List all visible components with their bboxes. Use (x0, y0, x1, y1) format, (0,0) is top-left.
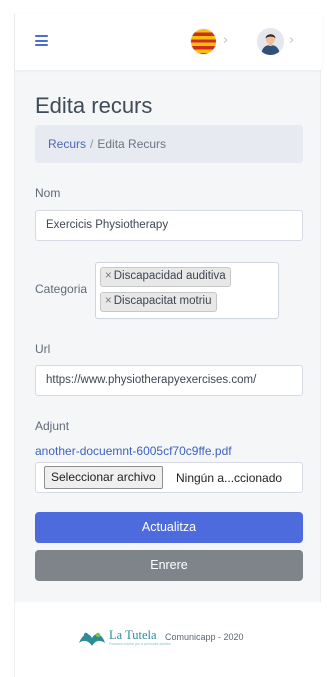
category-tag-label: Discapacidad auditiva (113, 270, 226, 282)
adjunt-label: Adjunt (35, 419, 70, 433)
categoria-multiselect[interactable]: × Discapacidad auditiva × Discapacitat mot… (95, 262, 279, 319)
chevron-right-icon[interactable]: › (289, 33, 294, 48)
hamburger-menu-icon[interactable] (35, 35, 48, 46)
url-label: Url (35, 342, 51, 356)
category-tag-label: Discapacitat motriu (113, 295, 212, 307)
back-button[interactable]: Enrere (35, 550, 303, 581)
breadcrumb-link-recurs[interactable]: Recurs (48, 137, 86, 151)
brand-name: La Tutela (109, 628, 157, 642)
select-file-button[interactable]: Seleccionar archivo (44, 466, 163, 489)
breadcrumb-current: Edita Recurs (97, 137, 167, 151)
page-title: Edita recurs (35, 93, 153, 118)
categoria-label: Categoria (35, 282, 88, 296)
footer-copyright: Comunicapp - 2020 (165, 632, 244, 642)
category-tag: × Discapacidad auditiva (100, 267, 231, 287)
breadcrumb-separator: / (90, 137, 94, 151)
brand-tagline: Fundació tutelar per a persones adultes (109, 642, 171, 646)
top-navbar: › › (15, 14, 322, 70)
breadcrumb: Recurs / Edita Recurs (35, 125, 303, 163)
user-avatar-icon[interactable] (257, 28, 284, 55)
attached-file-link[interactable]: another-docuemnt-6005cf70c9ffe.pdf (35, 444, 232, 458)
category-tag: × Discapacitat motriu (100, 292, 217, 312)
nom-input[interactable]: Exercicis Physiotherapy (35, 210, 303, 241)
nom-label: Nom (35, 186, 61, 200)
update-button[interactable]: Actualitza (35, 512, 303, 543)
file-status-text: Ningún a...ccionado (176, 471, 283, 485)
catalan-flag-icon[interactable] (191, 29, 216, 54)
chevron-right-icon[interactable]: › (223, 33, 228, 48)
file-input[interactable]: Seleccionar archivo Ningún a...ccionado (35, 462, 303, 493)
remove-tag-icon[interactable]: × (105, 270, 112, 282)
remove-tag-icon[interactable]: × (105, 295, 112, 307)
la-tutela-logo (79, 632, 105, 646)
url-input[interactable]: https://www.physiotherapyexercises.com/ (35, 365, 303, 396)
app-frame: › › Edita recurs Recurs / Edita Recurs Nom… (14, 14, 322, 677)
footer: La Tutela Fundació tutelar per a persone… (15, 602, 322, 677)
